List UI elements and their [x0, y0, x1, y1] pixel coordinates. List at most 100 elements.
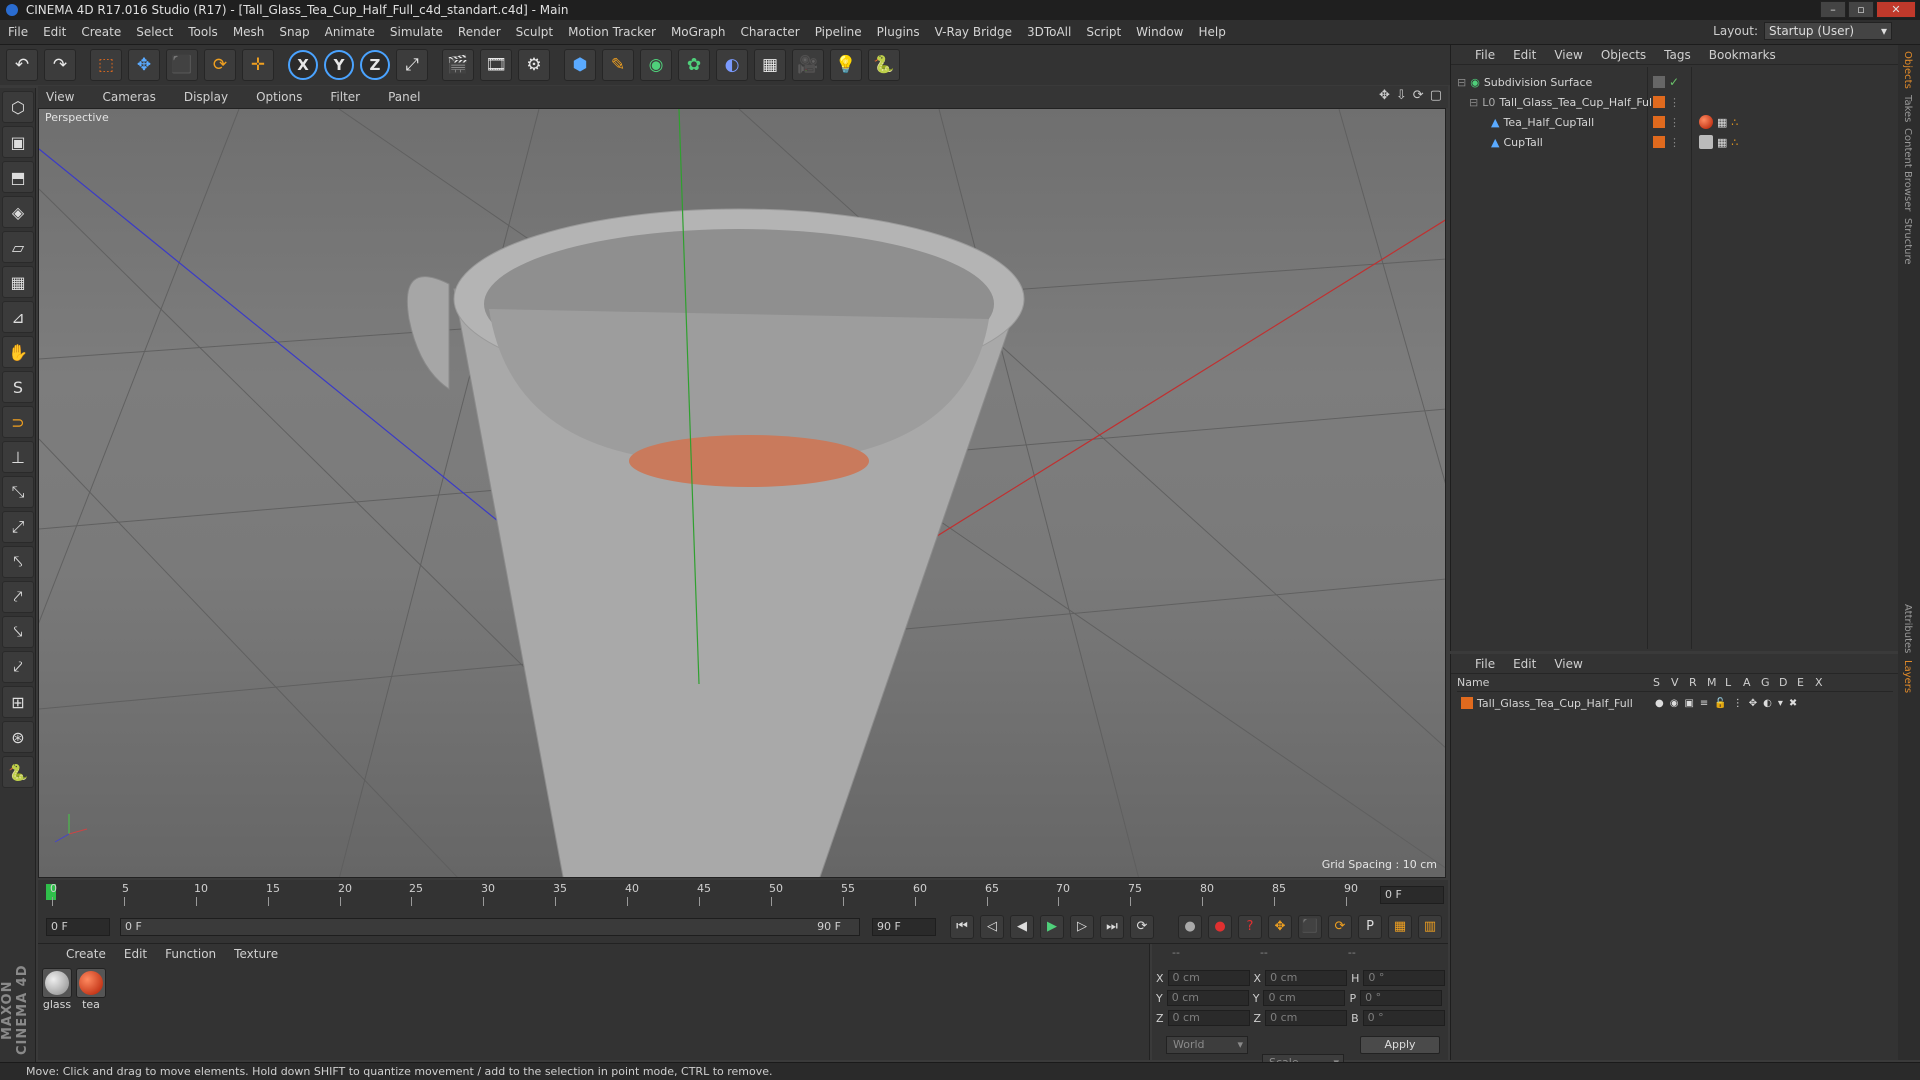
- grid-lock-icon[interactable]: ⊞: [2, 686, 34, 718]
- position-y-field[interactable]: 0 cm: [1166, 990, 1249, 1006]
- lock-flag-icon[interactable]: 🔓: [1714, 698, 1726, 709]
- key-parameter-icon[interactable]: P: [1358, 915, 1382, 939]
- layer-color-icon[interactable]: [1653, 116, 1665, 128]
- z-axis-lock-icon[interactable]: Z: [360, 50, 390, 80]
- tree-row-subdivision[interactable]: ⊟ ◉ Subdivision Surface: [1457, 73, 1592, 91]
- camera-icon[interactable]: 🎥: [792, 49, 824, 81]
- timeline-window-icon[interactable]: ▥: [1418, 915, 1442, 939]
- viewport-menu-cameras[interactable]: Cameras: [102, 90, 155, 104]
- redo-icon[interactable]: ↷: [44, 49, 76, 81]
- material-menu-edit[interactable]: Edit: [124, 947, 147, 961]
- layers-menu-file[interactable]: File: [1475, 657, 1495, 671]
- light-icon[interactable]: 💡: [830, 49, 862, 81]
- render-view-icon[interactable]: 🎬: [442, 49, 474, 81]
- menu-mesh[interactable]: Mesh: [233, 25, 265, 39]
- solo-flag-icon[interactable]: ●: [1655, 698, 1664, 709]
- tab-content-browser[interactable]: Content Browser: [1902, 128, 1913, 211]
- size-y-field[interactable]: 0 cm: [1263, 990, 1346, 1006]
- menu-pipeline[interactable]: Pipeline: [815, 25, 862, 39]
- polygons-mode-icon[interactable]: ⊿: [2, 301, 34, 333]
- viewport-menu-options[interactable]: Options: [256, 90, 302, 104]
- tea-material-tag-icon[interactable]: [1699, 115, 1713, 129]
- objects-menu-objects[interactable]: Objects: [1601, 48, 1646, 62]
- deformer-icon[interactable]: ◐: [716, 49, 748, 81]
- model-mode-icon[interactable]: ▣: [2, 126, 34, 158]
- viewport-menu-display[interactable]: Display: [184, 90, 228, 104]
- tree-row-tea[interactable]: ▲ Tea_Half_CupTall: [1491, 113, 1594, 131]
- render-settings-icon[interactable]: ⚙: [518, 49, 550, 81]
- objects-menu-file[interactable]: File: [1475, 48, 1495, 62]
- objects-menu-view[interactable]: View: [1554, 48, 1582, 62]
- tree-row-group[interactable]: ⊟ L0 Tall_Glass_Tea_Cup_Half_Full: [1469, 93, 1655, 111]
- menu-snap[interactable]: Snap: [279, 25, 309, 39]
- pen-spline-icon[interactable]: ✎: [602, 49, 634, 81]
- view-flag-icon[interactable]: ◉: [1670, 698, 1679, 709]
- glass-material-tag-icon[interactable]: [1699, 135, 1713, 149]
- material-menu-create[interactable]: Create: [66, 947, 106, 961]
- viewport-menu-panel[interactable]: Panel: [388, 90, 420, 104]
- range-slider[interactable]: 0 F 90 F: [120, 918, 860, 936]
- material-glass[interactable]: glass: [42, 968, 72, 1011]
- loop-icon[interactable]: ⟳: [1130, 915, 1154, 939]
- layer-color-icon[interactable]: [1653, 76, 1665, 88]
- tree-row-cup[interactable]: ▲ CupTall: [1491, 133, 1543, 151]
- xref-flag-icon[interactable]: ✖: [1789, 698, 1797, 709]
- timeline-ruler[interactable]: 0 5 10 15 20 25 30 35 40 45 50 55 60 65 70 75 80 85 90 0 F: [38, 880, 1448, 910]
- points-mode-icon[interactable]: ▱: [2, 231, 34, 263]
- workplane-icon[interactable]: ⊥: [2, 441, 34, 473]
- layer-row[interactable]: Tall_Glass_Tea_Cup_Half_Full: [1461, 694, 1633, 712]
- menu-file[interactable]: File: [8, 25, 28, 39]
- size-z-field[interactable]: 0 cm: [1265, 1010, 1348, 1026]
- cube-primitive-icon[interactable]: ⬢: [564, 49, 596, 81]
- close-button[interactable]: ✕: [1876, 1, 1916, 18]
- record-keyframe-icon[interactable]: ●: [1208, 915, 1232, 939]
- live-selection-icon[interactable]: ⬚: [90, 49, 122, 81]
- sculpt-brush-5-icon[interactable]: ⤥: [2, 616, 34, 648]
- sculpt-brush-6-icon[interactable]: ⤦: [2, 651, 34, 683]
- snap-magnet-icon[interactable]: ⊃: [2, 406, 34, 438]
- minimize-button[interactable]: –: [1820, 1, 1846, 18]
- pan-view-icon[interactable]: ✥: [1379, 88, 1390, 103]
- menu-tools[interactable]: Tools: [188, 25, 218, 39]
- uvw-tag-icon[interactable]: ▦: [1717, 116, 1727, 129]
- collapse-toggle-icon[interactable]: ⊟: [1469, 96, 1478, 109]
- visibility-dots-icon[interactable]: ⋮: [1669, 96, 1680, 109]
- undo-icon[interactable]: ↶: [6, 49, 38, 81]
- rotation-b-field[interactable]: 0 °: [1362, 1010, 1445, 1026]
- objects-menu-edit[interactable]: Edit: [1513, 48, 1536, 62]
- render-picture-viewer-icon[interactable]: 🎞: [480, 49, 512, 81]
- python-script-icon[interactable]: 🐍: [868, 49, 900, 81]
- rotation-p-field[interactable]: 0 °: [1360, 990, 1443, 1006]
- python-icon[interactable]: 🐍: [2, 756, 34, 788]
- sculpt-brush-1-icon[interactable]: ⤡: [2, 476, 34, 508]
- motion-record-icon[interactable]: ●: [1178, 915, 1202, 939]
- tab-structure[interactable]: Structure: [1902, 218, 1913, 265]
- move-tool-icon[interactable]: ✥: [128, 49, 160, 81]
- make-editable-icon[interactable]: ⬡: [2, 91, 34, 123]
- deformer-flag-icon[interactable]: ◐: [1763, 698, 1772, 709]
- menu-3dtoall[interactable]: 3DToAll: [1027, 25, 1071, 39]
- mograph-array-icon[interactable]: ✿: [678, 49, 710, 81]
- layers-menu-edit[interactable]: Edit: [1513, 657, 1536, 671]
- menu-animate[interactable]: Animate: [325, 25, 375, 39]
- position-x-field[interactable]: 0 cm: [1167, 970, 1250, 986]
- x-axis-lock-icon[interactable]: X: [288, 50, 318, 80]
- key-scale-icon[interactable]: ⬛: [1298, 915, 1322, 939]
- add-object-icon[interactable]: ✛: [242, 49, 274, 81]
- tab-layers[interactable]: Layers: [1902, 660, 1913, 693]
- edges-mode-icon[interactable]: ▦: [2, 266, 34, 298]
- menu-mograph[interactable]: MoGraph: [671, 25, 726, 39]
- workplane-mode-icon[interactable]: ◈: [2, 196, 34, 228]
- viewport-camera-label[interactable]: Perspective: [45, 111, 109, 124]
- locked-workplane-icon[interactable]: ⊛: [2, 721, 34, 753]
- apply-button[interactable]: Apply: [1360, 1036, 1440, 1054]
- objects-menu-tags[interactable]: Tags: [1664, 48, 1691, 62]
- goto-end-icon[interactable]: ⏭: [1100, 915, 1124, 939]
- sculpt-brush-4-icon[interactable]: ⤤: [2, 581, 34, 613]
- sculpt-brush-3-icon[interactable]: ⤣: [2, 546, 34, 578]
- subdivision-surface-icon[interactable]: ◉: [640, 49, 672, 81]
- layout-dropdown[interactable]: Startup (User): [1764, 22, 1892, 40]
- collapse-toggle-icon[interactable]: ⊟: [1457, 76, 1466, 89]
- enabled-check-icon[interactable]: ✓: [1669, 75, 1679, 89]
- prev-key-icon[interactable]: ◁: [980, 915, 1004, 939]
